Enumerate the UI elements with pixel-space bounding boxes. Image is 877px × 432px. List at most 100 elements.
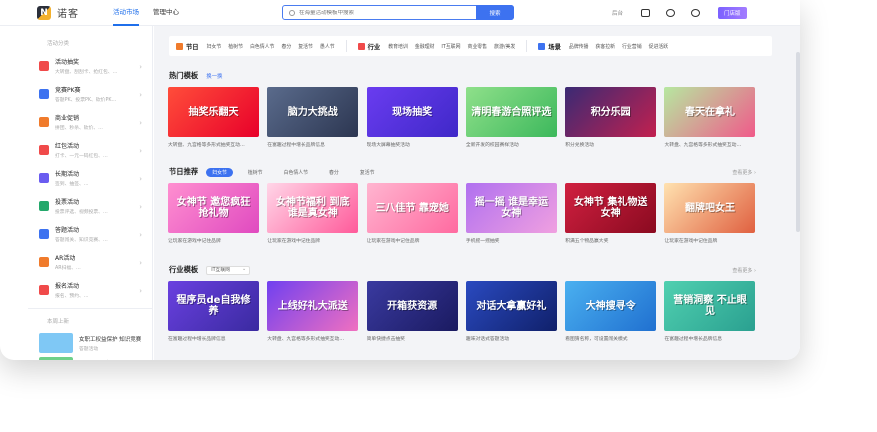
template-thumbnail[interactable]: 大神搜寻令 [565,281,657,331]
template-thumbnail[interactable]: 女神节福利 到底谁是真女神 [267,183,359,233]
recent-sub: 答题活动 [79,346,99,352]
template-thumbnail[interactable]: 春天在拿礼 [664,87,756,137]
category-tag[interactable]: 春分 [281,43,291,50]
template-thumbnail[interactable]: 对话大拿赢好礼 [465,281,557,331]
category-tag[interactable]: 教育培训 [388,43,408,50]
scrollbar[interactable] [796,52,800,232]
briefcase-icon[interactable] [641,9,651,17]
template-thumbnail[interactable]: 开箱获资源 [366,281,458,331]
template-card[interactable]: 大神搜寻令 看图猜名称，可设置闯关模式 [565,281,657,342]
template-card[interactable]: 春天在拿礼 大转盘、九宫格等多形式抽奖互动… [664,87,756,148]
search-button[interactable]: 搜索 [476,5,514,20]
chevron-right-icon: › [139,91,142,99]
sidebar-item[interactable]: 报名活动 报名、预约、… › [28,276,152,304]
top-bar: N 诺客 活动市场 管理中心 搜索 后台 门店版 [0,0,800,26]
template-card[interactable]: 三八佳节 靠宠她 让玩家在游戏中记住品牌 [366,183,458,244]
search-input[interactable] [299,9,479,16]
category-tag[interactable]: 复活节 [298,43,313,50]
category-tag[interactable]: 白色情人节 [250,43,274,50]
vip-badge[interactable]: 门店版 [718,7,747,19]
template-thumbnail[interactable]: 女神节 邀您疯狂抢礼物 [168,183,259,233]
category-tag[interactable]: 愚人节 [320,43,335,50]
template-card[interactable]: 女神节福利 到底谁是真女神 让玩家在游戏中记住品牌 [267,183,359,244]
template-thumbnail[interactable]: 程序员de自我修养 [168,281,259,331]
recent-name: 女职工权益保护 知识竞赛 [79,336,142,343]
template-thumbnail[interactable]: 脑力大挑战 [267,87,359,137]
festival-pill[interactable]: 白色情人节 [278,168,314,177]
sidebar-item[interactable]: 活动抽奖 大转盘、刮刮卡、抢红包、… › [28,52,152,80]
category-icon [39,61,49,71]
sidebar-item[interactable]: 竞赛PK赛 答题PK、投票PK、砍价PK… › [28,80,152,108]
support-icon[interactable] [666,9,676,17]
template-thumbnail[interactable]: 翻牌吧女王 [664,183,756,233]
backend-link[interactable]: 后台 [612,9,623,17]
festival-filter: 妇女节 植树节 白色情人节 春分 复活节 [206,167,389,177]
category-tag[interactable]: 品牌传播 [569,43,589,50]
template-caption: 全新开发的校园赛样活动 [465,143,519,148]
template-thumbnail[interactable]: 抽奖乐翻天 [168,87,259,137]
template-caption: 在富趣过程中增长品牌信息 [664,337,723,342]
template-card[interactable]: 翻牌吧女王 让玩家在游戏中记住品牌 [664,183,756,244]
sidebar-item[interactable]: 商业促销 拼团、秒杀、砍价、… › [28,108,152,136]
category-tag[interactable]: 旅游/美发 [494,43,515,50]
category-tag[interactable]: 妇女节 [207,43,222,50]
festival-more-link[interactable]: 查看更多 › [732,169,756,176]
template-card[interactable]: 开箱获资源 简单快捷点击抽奖 [366,281,458,342]
festival-pill[interactable]: 春分 [323,168,345,177]
category-tag[interactable]: 促进活跃 [649,43,669,50]
template-thumbnail[interactable]: 积分乐园 [565,87,657,137]
festival-pill[interactable]: 妇女节 [206,167,233,177]
template-thumbnail[interactable]: 摇一摇 谁是幸运女神 [465,183,557,233]
template-thumbnail[interactable]: 营销洞察 不止眼见 [664,281,756,331]
recent-item[interactable]: 女职工权益保护 知识竞赛 答题活动 [28,331,152,355]
template-card[interactable]: 现场抽奖 现场大屏幕抽奖活动 [366,87,458,148]
industry-select[interactable]: IT互联网 [206,265,251,275]
sidebar-item[interactable]: AR活动 AR扫福、… › [28,248,152,276]
sidebar-item-text: 商业促销 拼团、秒杀、砍价、… [55,113,103,131]
category-icon [39,145,49,155]
thumbnail-title: 女神节 邀您疯狂抢礼物 [176,197,251,219]
industry-more-link[interactable]: 查看更多 › [732,267,756,274]
template-card[interactable]: 对话大拿赢好礼 趣味对话式答题活动 [465,281,557,342]
template-thumbnail[interactable]: 女神节 集礼物送女神 [565,183,657,233]
sidebar-item[interactable]: 长期活动 签到、抽签、… › [28,164,152,192]
template-card[interactable]: 上线好礼大派送 大转盘、九宫格等多形式抽奖互动… [267,281,359,342]
user-icon[interactable] [691,9,701,17]
category-tag[interactable]: 植树节 [228,43,243,50]
nav-management[interactable]: 管理中心 [153,0,179,26]
template-card[interactable]: 清明春游合照评选全新开发的校园赛样活动 [465,87,557,148]
sidebar-item[interactable]: 投票活动 投票评选、视频投票、… › [28,192,152,220]
sidebar-item[interactable]: 红包活动 打卡、一元一码红包、… › [28,136,152,164]
nav-activity-market[interactable]: 活动市场 [113,0,139,26]
template-thumbnail[interactable]: 清明春游合照评选 [465,87,557,137]
template-card[interactable]: 女神节 集礼物送女神积满五个物品赢大奖 [565,183,657,244]
template-card[interactable]: 营销洞察 不止眼见在富趣过程中增长品牌信息 [664,281,756,342]
template-caption: 积满五个物品赢大奖 [565,239,609,244]
template-card[interactable]: 摇一摇 谁是幸运女神 手机摇一摇抽奖 [465,183,557,244]
category-tag[interactable]: IT互联网 [441,43,460,50]
template-card[interactable]: 积分乐园 积分兑换活动 [565,87,657,148]
festival-pill[interactable]: 复活节 [354,168,381,177]
divider [345,40,347,52]
thumbnail-title: 对话大拿赢好礼 [476,300,547,312]
logo[interactable]: N 诺客 [37,5,113,20]
recent-item[interactable]: 海青出游赛好礼抽奖活动 [28,355,152,360]
refresh-link[interactable]: 换一换 [206,72,222,80]
template-card[interactable]: 女神节 邀您疯狂抢礼物 让玩家在游戏中记住品牌 [168,183,259,244]
template-card[interactable]: 抽奖乐翻天 大转盘、九宫格等多形式抽奖互动… [168,87,259,148]
category-tag[interactable]: 获客拉新 [595,43,615,50]
sidebar-item[interactable]: 答题活动 答题闯关、知识竞赛、… › [28,220,152,248]
category-tag[interactable]: 商业零售 [467,43,487,50]
sidebar-item-text: 长期活动 签到、抽签、… [55,169,89,187]
template-card[interactable]: 程序员de自我修养 在富趣过程中增长品牌信息 [168,281,259,342]
festival-pill[interactable]: 植树节 [242,168,269,177]
template-thumbnail[interactable]: 三八佳节 靠宠她 [366,183,458,233]
template-card[interactable]: 脑力大挑战 在富趣过程中增长品牌信息 [267,87,359,148]
template-thumbnail[interactable]: 现场抽奖 [366,87,458,137]
sidebar-item-sub: 打卡、一元一码红包、… [55,154,108,159]
sidebar-item-sub: 拼团、秒杀、砍价、… [55,126,103,131]
category-tag[interactable]: 行业营销 [622,43,642,50]
template-thumbnail[interactable]: 上线好礼大派送 [267,281,359,331]
category-tag[interactable]: 金融理财 [415,43,435,50]
category-icon [39,201,49,211]
